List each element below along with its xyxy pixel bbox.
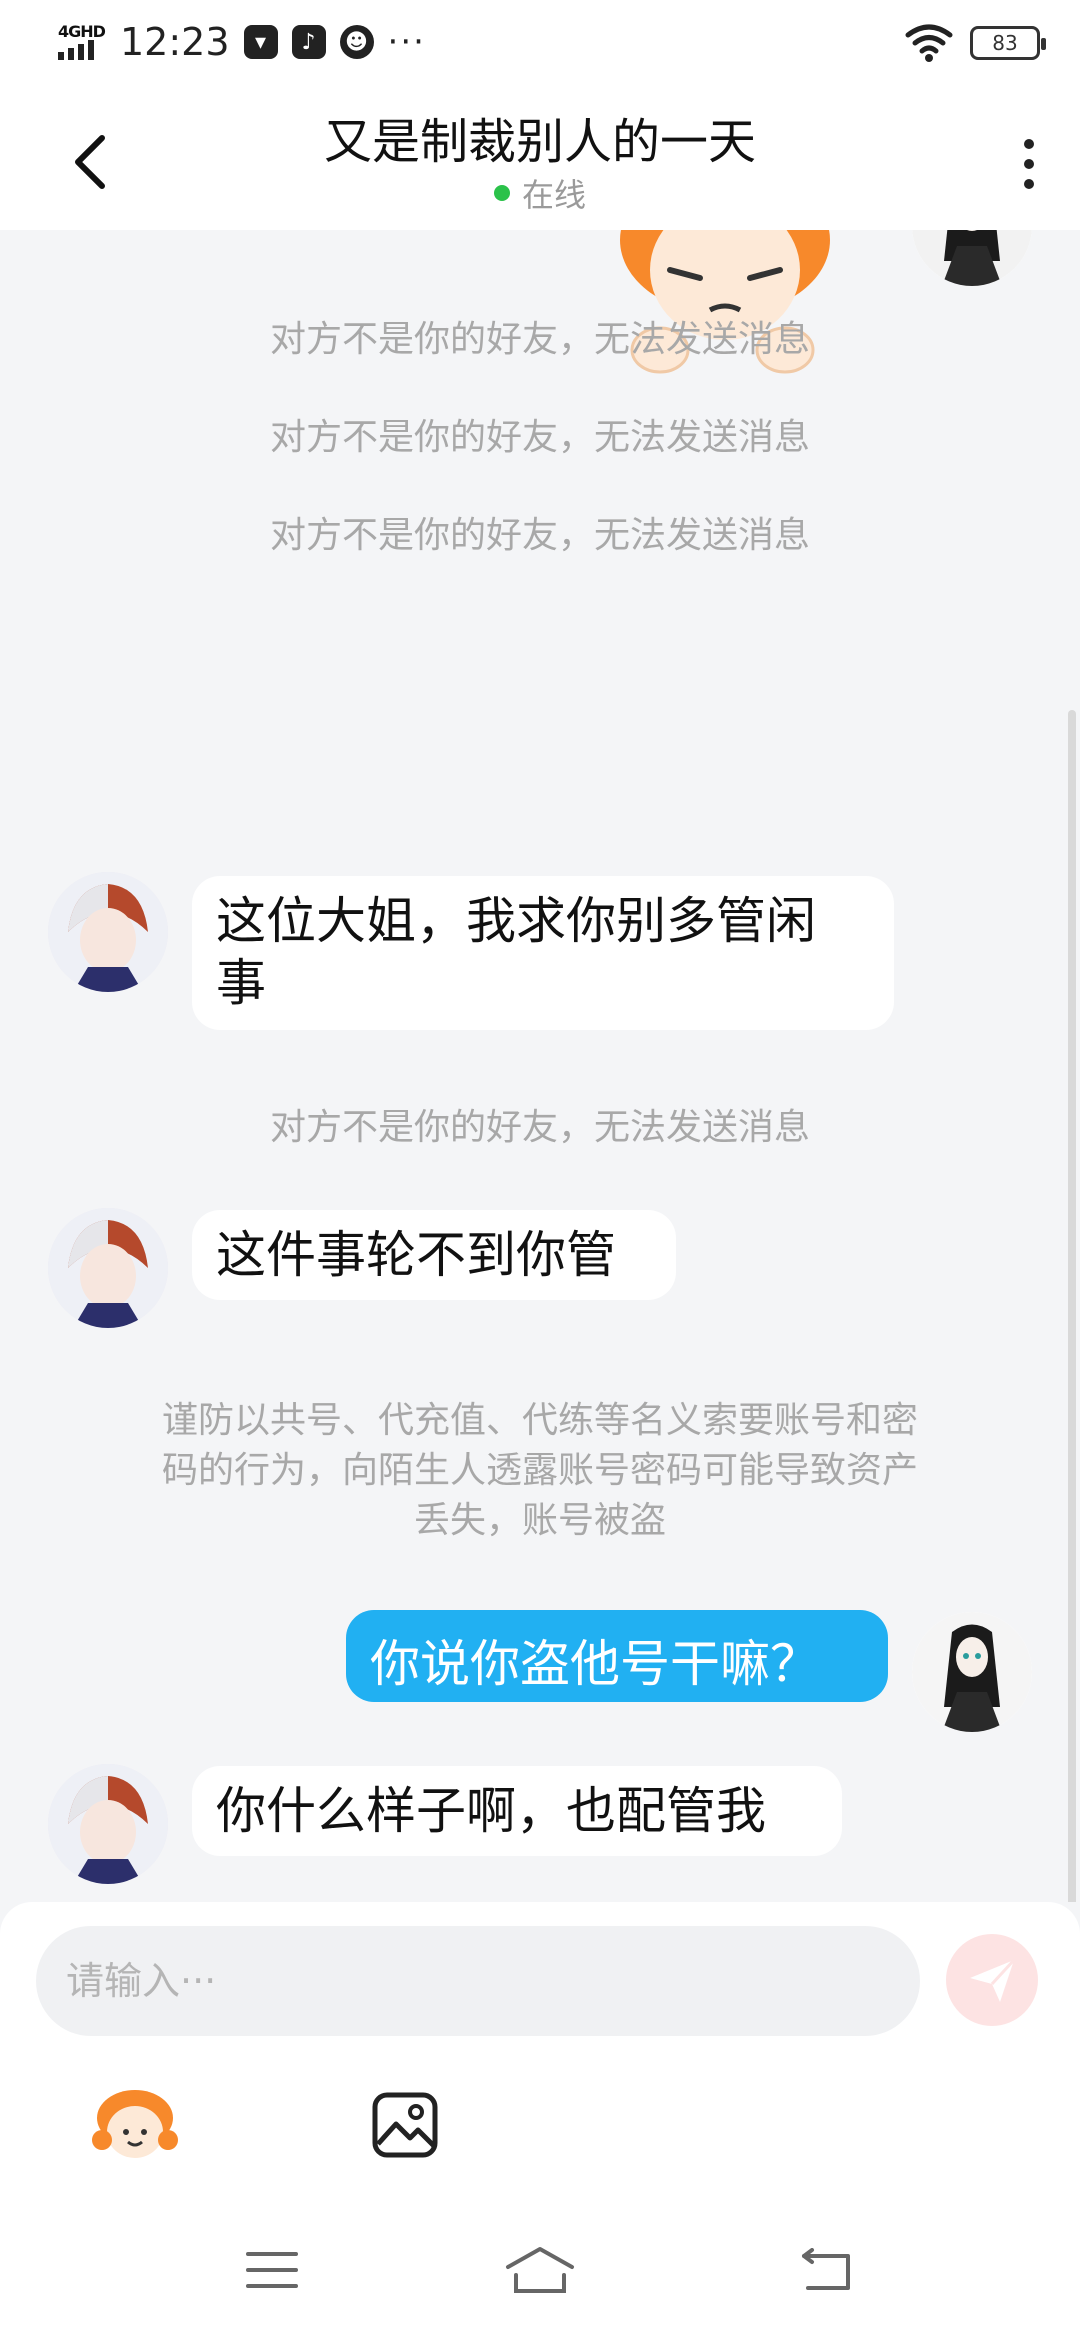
warning-line: 丢失，账号被盗 — [413, 1500, 666, 1541]
emoji-icon — [92, 2090, 178, 2158]
status-time: 12:23 — [120, 20, 230, 64]
menu-nav-button[interactable] — [222, 2230, 322, 2310]
more-notifications-icon: ··· — [387, 22, 426, 62]
chat-header: 又是制裁别人的一天 在线 — [0, 84, 1080, 230]
send-icon — [970, 1958, 1016, 2002]
contact-avatar[interactable] — [48, 1208, 168, 1328]
self-avatar[interactable] — [912, 230, 1032, 286]
image-icon — [372, 2092, 438, 2158]
status-right: 83 — [904, 18, 1046, 68]
system-notice: 对方不是你的好友，无法发送消息 — [269, 515, 810, 556]
self-avatar[interactable] — [912, 1612, 1032, 1732]
signal-icon: 4GHD — [58, 20, 106, 64]
status-left: 4GHD 12:23 ▾ ♪ ☻ ··· — [58, 14, 426, 70]
chat-messages[interactable]: 对方不是你的好友，无法发送消息 对方不是你的好友，无法发送消息 对方不是你的好友… — [0, 230, 1080, 1902]
network-type: 4GHD — [58, 22, 106, 41]
message-text: 你说你盗他号干嘛？ — [370, 1635, 820, 1693]
chat-scrollbar[interactable] — [1068, 710, 1076, 1902]
message-line: 这位大姐，我求你别多管闲 — [216, 892, 816, 950]
presence-status: 在线 — [0, 170, 1080, 216]
online-dot-icon — [493, 185, 510, 201]
warning-line: 码的行为，向陌生人透露账号密码可能导致资产 — [161, 1450, 918, 1491]
security-warning: 谨防以共号、代充值、代练等名义索要账号和密 码的行为，向陌生人透露账号密码可能导… — [100, 1396, 980, 1546]
system-notice: 对方不是你的好友，无法发送消息 — [269, 1107, 810, 1148]
presence-label: 在线 — [521, 176, 586, 214]
back-nav-button[interactable] — [776, 2230, 876, 2310]
system-notice: 对方不是你的好友，无法发送消息 — [269, 417, 810, 458]
message-text: 这件事轮不到你管 — [216, 1226, 616, 1284]
game-app-icon: ☻ — [339, 25, 374, 59]
message-line: 事 — [216, 954, 266, 1012]
message-bubble-incoming[interactable]: 这位大姐，我求你别多管闲 事 — [192, 876, 894, 1030]
notification-app-icon: ▾ — [243, 25, 278, 59]
chat-title: 又是制裁别人的一天 — [323, 114, 756, 170]
system-notice: 对方不是你的好友，无法发送消息 — [269, 319, 810, 360]
status-bar: 4GHD 12:23 ▾ ♪ ☻ ··· 83 — [0, 0, 1080, 84]
system-nav-bar — [0, 2200, 1080, 2340]
battery-level: 83 — [992, 31, 1018, 55]
warning-line: 谨防以共号、代充值、代练等名义索要账号和密 — [161, 1400, 918, 1441]
message-bubble-incoming[interactable]: 这件事轮不到你管 — [192, 1210, 676, 1300]
message-bubble-outgoing[interactable]: 你说你盗他号干嘛？ — [346, 1610, 888, 1702]
home-nav-button[interactable] — [490, 2230, 590, 2310]
message-input[interactable] — [36, 1926, 920, 2036]
music-app-icon: ♪ — [291, 25, 326, 59]
image-button[interactable] — [370, 2090, 440, 2160]
wifi-icon — [904, 23, 954, 63]
message-bubble-incoming[interactable]: 你什么样子啊，也配管我 — [192, 1766, 842, 1856]
contact-avatar[interactable] — [48, 1764, 168, 1884]
contact-avatar[interactable] — [48, 872, 168, 992]
battery-icon: 83 — [970, 26, 1046, 60]
home-icon — [506, 2247, 574, 2293]
more-options-button[interactable] — [1004, 124, 1054, 204]
send-button[interactable] — [946, 1934, 1038, 2026]
emoji-button[interactable] — [90, 2082, 180, 2172]
back-icon — [802, 2248, 850, 2290]
more-vertical-icon — [1024, 139, 1034, 149]
menu-icon — [246, 2252, 298, 2288]
message-text: 你什么样子啊，也配管我 — [216, 1782, 766, 1840]
